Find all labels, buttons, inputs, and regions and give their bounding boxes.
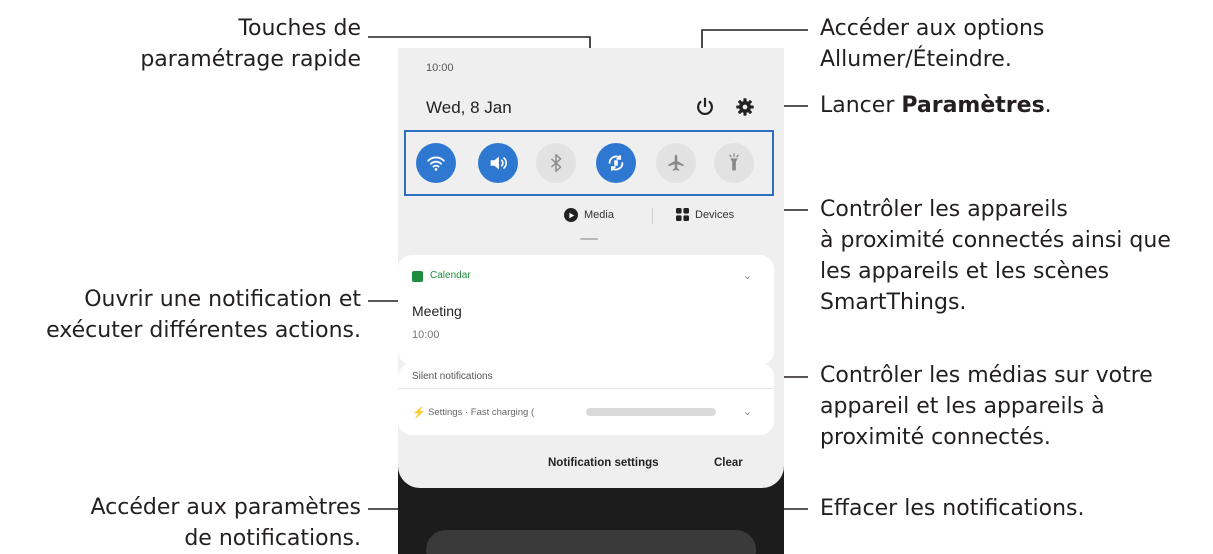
callout-power: Accéder aux options Allumer/Éteindre. xyxy=(820,13,1044,75)
bluetooth-toggle[interactable] xyxy=(536,143,576,183)
background-pill xyxy=(426,530,756,554)
panel-date: Wed, 8 Jan xyxy=(426,98,512,117)
notification-app-name: Calendar xyxy=(430,270,471,281)
devices-label: Devices xyxy=(695,208,735,221)
notification-panel: 10:00 Wed, 8 Jan Media Devices Calendar … xyxy=(398,48,784,488)
callout-quick-settings: Touches de paramétrage rapide xyxy=(140,13,361,75)
bluetooth-icon xyxy=(550,154,562,172)
callout-line: de notifications. xyxy=(184,526,361,551)
calendar-notification-card[interactable]: Calendar ⌄ Meeting 10:00 xyxy=(398,255,774,365)
callout-line: à proximité connectés ainsi que xyxy=(820,228,1171,253)
callout-devices: Contrôler les appareils à proximité conn… xyxy=(820,194,1171,318)
drag-handle[interactable] xyxy=(580,238,598,240)
silent-notifications-card[interactable]: Silent notifications ⚡ Settings · Fast c… xyxy=(398,363,774,435)
flashlight-icon xyxy=(729,153,739,171)
callout-line: Touches de xyxy=(238,16,361,41)
callout-line: Accéder aux paramètres xyxy=(90,495,362,520)
auto-rotate-toggle[interactable] xyxy=(596,143,636,183)
callout-line: exécuter différentes actions. xyxy=(46,318,361,343)
callout-line: Contrôler les médias sur votre xyxy=(820,363,1153,388)
callout-line: Allumer/Éteindre. xyxy=(820,47,1012,72)
callout-clear: Effacer les notifications. xyxy=(820,493,1084,524)
callout-line: Accéder aux options xyxy=(820,16,1045,41)
callout-text: Lancer xyxy=(820,93,902,118)
callout-notification-settings: Accéder aux paramètres de notifications. xyxy=(91,492,362,554)
callout-text: . xyxy=(1044,93,1052,118)
divider xyxy=(652,208,653,224)
sound-toggle[interactable] xyxy=(478,143,518,183)
devices-grid-icon xyxy=(676,208,689,221)
status-time: 10:00 xyxy=(426,62,454,74)
clear-button[interactable]: Clear xyxy=(714,457,743,469)
blurred-text xyxy=(586,408,716,416)
auto-rotate-icon xyxy=(608,155,624,171)
silent-notification-text: Settings · Fast charging ( xyxy=(428,407,535,418)
divider xyxy=(398,388,774,389)
callout-settings: Lancer Paramètres. xyxy=(820,90,1052,121)
airplane-toggle[interactable] xyxy=(656,143,696,183)
notification-settings-button[interactable]: Notification settings xyxy=(548,457,659,469)
sound-icon xyxy=(490,156,507,170)
silent-notifications-header: Silent notifications xyxy=(412,371,493,382)
calendar-icon xyxy=(412,271,423,282)
callout-line: appareil et les appareils à xyxy=(820,394,1105,419)
chevron-down-icon[interactable]: ⌄ xyxy=(743,405,752,418)
callout-line: proximité connectés. xyxy=(820,425,1051,450)
wifi-icon xyxy=(427,156,445,171)
callout-media: Contrôler les médias sur votre appareil … xyxy=(820,360,1153,453)
callout-line: SmartThings. xyxy=(820,290,967,315)
callout-line: Effacer les notifications. xyxy=(820,496,1085,521)
callout-line: paramétrage rapide xyxy=(140,47,361,72)
callout-line: Ouvrir une notification et xyxy=(84,287,361,312)
gear-icon[interactable] xyxy=(734,96,756,118)
wifi-toggle[interactable] xyxy=(416,143,456,183)
notification-time: 10:00 xyxy=(412,329,440,341)
play-icon xyxy=(564,208,578,222)
callout-notification: Ouvrir une notification et exécuter diff… xyxy=(46,284,361,346)
media-button[interactable]: Media xyxy=(564,208,614,222)
airplane-icon xyxy=(668,154,684,171)
media-label: Media xyxy=(584,209,614,221)
power-icon[interactable] xyxy=(694,96,716,118)
callout-line: Contrôler les appareils xyxy=(820,197,1068,222)
charging-bolt-icon: ⚡ xyxy=(412,407,426,419)
flashlight-toggle[interactable] xyxy=(714,143,754,183)
chevron-down-icon[interactable]: ⌄ xyxy=(743,269,752,282)
devices-button[interactable]: Devices xyxy=(676,208,734,221)
quick-settings-row xyxy=(404,130,774,196)
notification-title: Meeting xyxy=(412,303,462,319)
phone-screen: 10:00 Wed, 8 Jan Media Devices Calendar … xyxy=(398,48,784,554)
callout-bold: Paramètres xyxy=(901,93,1045,118)
callout-line: les appareils et les scènes xyxy=(820,259,1110,284)
